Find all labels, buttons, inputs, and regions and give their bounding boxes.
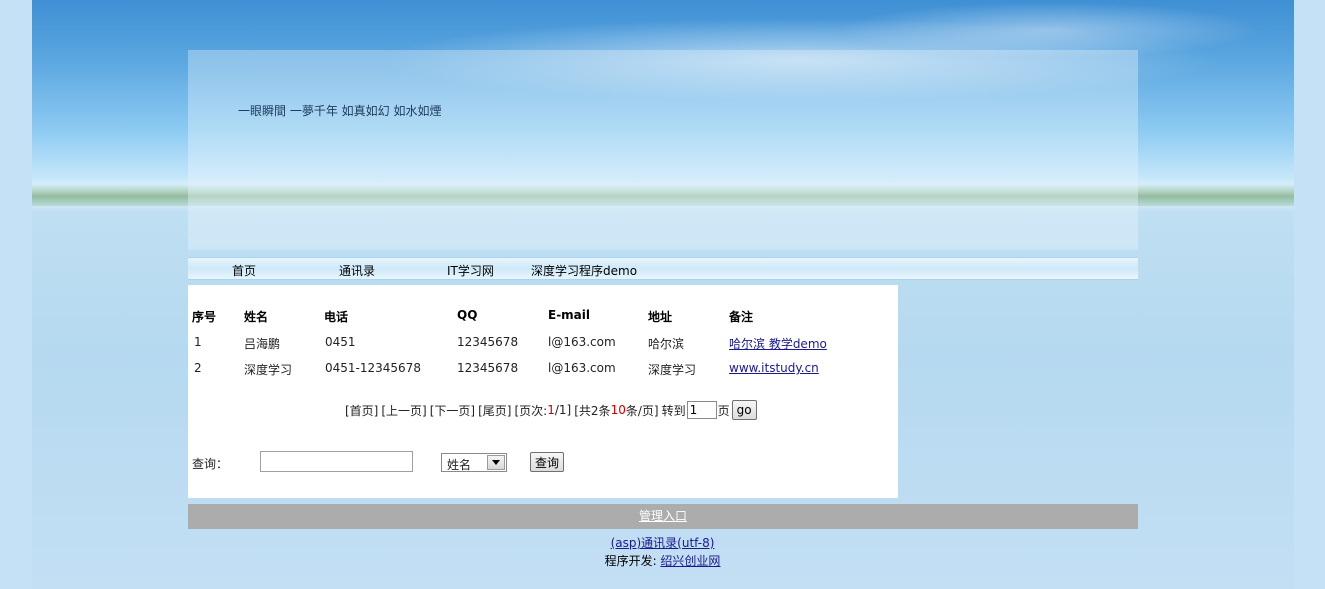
search-field-selected: 姓名 — [447, 458, 472, 472]
go-button[interactable]: go — [731, 400, 757, 420]
cell-name: 深度学习 — [244, 363, 293, 377]
search-label: 查询： — [192, 457, 229, 471]
column-header-name: 姓名 — [244, 310, 269, 324]
nav-item-it-study[interactable]: IT学习网 — [447, 262, 494, 279]
column-header-note: 备注 — [729, 310, 754, 324]
pager-per-page: 10 — [610, 403, 626, 417]
pager-last[interactable]: [尾页] — [478, 402, 511, 419]
pager-page-unit: 页 — [717, 403, 730, 418]
note-link[interactable]: 哈尔滨 教学demo — [729, 337, 827, 351]
cell-phone: 0451-12345678 — [325, 361, 421, 375]
column-header-id: 序号 — [192, 310, 217, 324]
app-name-link[interactable]: (asp)通讯录(utf-8) — [611, 536, 715, 550]
page-margin-left — [0, 0, 32, 589]
cell-email: l@163.com — [548, 361, 616, 375]
cell-note: 哈尔滨 教学demo — [729, 335, 827, 352]
chevron-down-icon[interactable] — [487, 455, 505, 470]
pagination: [首页] [上一页] [下一页] [尾页] [页次: 1 /1] [共2条 10… — [345, 400, 757, 420]
cell-id: 1 — [194, 335, 202, 349]
pager-page-total: /1] — [554, 403, 572, 417]
cell-qq: 12345678 — [457, 335, 519, 349]
pager-total-count: [共2条 — [574, 403, 611, 418]
header-banner — [188, 50, 1138, 250]
pager-current-page: 1 — [547, 403, 555, 417]
contacts-panel: 序号 姓名 电话 QQ E-mail 地址 备注 1 吕海鹏 0451 1234… — [188, 285, 898, 498]
note-link[interactable]: www.itstudy.cn — [729, 361, 819, 375]
cell-address: 哈尔滨 — [648, 337, 685, 351]
admin-entry-link[interactable]: 管理入口 — [639, 509, 687, 523]
column-header-address: 地址 — [648, 310, 673, 324]
pager-first[interactable]: [首页] — [345, 402, 378, 419]
cell-note: www.itstudy.cn — [729, 361, 819, 375]
cell-email: l@163.com — [548, 335, 616, 349]
page-margin-right — [1294, 0, 1325, 589]
column-header-qq: QQ — [457, 308, 478, 322]
header-slogan: 一眼瞬間 一夢千年 如真如幻 如水如煙 — [238, 104, 442, 118]
pager-prev[interactable]: [上一页] — [381, 402, 426, 419]
developer-link[interactable]: 绍兴创业网 — [660, 554, 720, 568]
search-input[interactable] — [260, 451, 413, 472]
cell-name: 吕海鹏 — [244, 337, 281, 351]
nav-item-demo[interactable]: 深度学习程序demo — [531, 262, 637, 279]
footer-app-name: (asp)通讯录(utf-8) — [0, 534, 1325, 551]
pager-per-page-suffix: 条/页] — [625, 403, 659, 418]
nav-item-home[interactable]: 首页 — [232, 262, 256, 279]
cell-address: 深度学习 — [648, 363, 697, 377]
footer-bar: 管理入口 — [188, 504, 1138, 529]
search-button[interactable]: 查询 — [530, 452, 565, 472]
pager-next[interactable]: [下一页] — [430, 402, 475, 419]
footer-developer: 程序开发: 绍兴创业网 — [0, 552, 1325, 569]
cell-id: 2 — [194, 361, 202, 375]
pager-goto-label: 转到 — [661, 403, 686, 418]
cell-phone: 0451 — [325, 335, 356, 349]
main-nav: 首页 通讯录 IT学习网 深度学习程序demo — [188, 257, 1138, 280]
search-field-select[interactable]: 姓名 — [441, 453, 507, 472]
pager-goto-input[interactable] — [686, 401, 717, 419]
column-header-phone: 电话 — [324, 310, 349, 324]
nav-item-contacts[interactable]: 通讯录 — [339, 262, 375, 279]
pager-page-prefix: [页次: — [514, 403, 548, 418]
column-header-email: E-mail — [548, 308, 591, 322]
cell-qq: 12345678 — [457, 361, 519, 375]
developer-label: 程序开发: — [604, 554, 661, 568]
